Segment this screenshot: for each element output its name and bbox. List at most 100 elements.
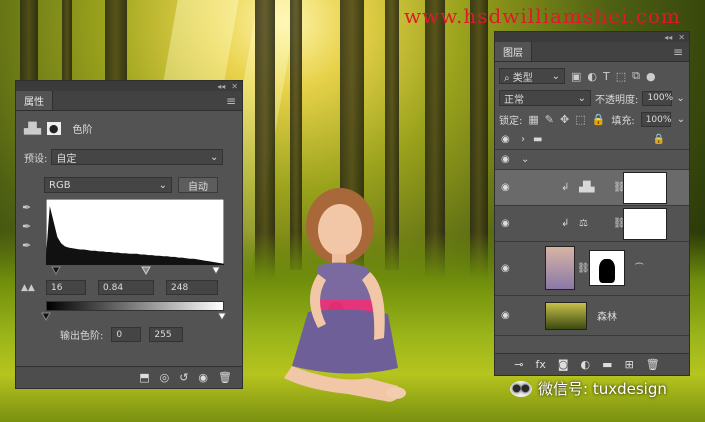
chevron-down-icon[interactable]: ⌄ xyxy=(677,114,685,125)
fill-field[interactable]: 100% xyxy=(640,112,671,127)
layer-row-group[interactable]: ◉ › ▬ 🔒 xyxy=(495,130,689,150)
chevron-down-icon[interactable]: ⌄ xyxy=(676,93,684,104)
layer-thumbnail[interactable] xyxy=(545,302,587,330)
visibility-eye-icon[interactable]: ◉ xyxy=(501,263,510,274)
panel-menu-icon[interactable]: ≡ xyxy=(226,94,242,108)
output-white-field[interactable]: 255 xyxy=(149,327,184,342)
chevron-right-icon[interactable]: › xyxy=(521,134,525,145)
input-white-slider[interactable] xyxy=(211,266,221,275)
input-levels-row: 16 0.84 248 xyxy=(46,280,218,295)
new-group-icon[interactable]: ▬ xyxy=(602,358,612,371)
layer-row-girl[interactable]: ◉ ⛓ ⏜ xyxy=(495,242,689,296)
artboard-icon[interactable]: ⬚ xyxy=(575,113,585,126)
eyedropper-tools: ✒ ✒ ✒ xyxy=(22,201,31,252)
input-black-slider[interactable] xyxy=(51,266,61,275)
visibility-eye-icon[interactable]: ◉ xyxy=(501,154,510,165)
layer-mask-thumbnail[interactable] xyxy=(623,172,667,204)
blend-mode-value: 正常 xyxy=(504,94,524,106)
levels-histogram-icon[interactable]: ▟▙ xyxy=(24,122,41,135)
tab-properties[interactable]: 属性 xyxy=(16,91,53,110)
visibility-eye-icon[interactable]: ◉ xyxy=(501,182,510,193)
mask-silhouette xyxy=(599,259,615,283)
lock-transparent-icon[interactable]: ▦ xyxy=(528,113,538,126)
input-white-field[interactable]: 248 xyxy=(166,280,218,295)
smart-object-filter-icon[interactable]: ⧉ xyxy=(632,69,640,83)
collapse-icon[interactable]: ◂◂ xyxy=(664,33,672,42)
tab-layers[interactable]: 图层 xyxy=(495,42,532,61)
trash-icon[interactable]: 🗑 xyxy=(646,358,660,371)
opacity-label: 不透明度: xyxy=(595,94,639,106)
adjustment-layer-icon[interactable]: ◐ xyxy=(581,358,591,371)
properties-footer: ⬒ ◎ ↺ ◉ 🗑 xyxy=(16,366,242,388)
layer-filter-value: 类型 xyxy=(512,72,533,84)
blend-mode-select[interactable]: 正常 ⌄ xyxy=(499,90,591,106)
folder-icon: ▬ xyxy=(533,134,543,145)
clipping-arrow-icon: ↲ xyxy=(561,218,570,229)
lock-label: 锁定: xyxy=(499,116,523,127)
panel-header: 图层 ≡ xyxy=(495,42,689,62)
output-white-slider[interactable] xyxy=(217,312,227,321)
mask-icon[interactable]: ● xyxy=(46,122,61,135)
gray-point-eyedropper-icon[interactable]: ✒ xyxy=(22,220,31,233)
new-layer-icon[interactable]: ⊞ xyxy=(625,358,634,371)
layer-row-color-balance[interactable]: ◉ ↲ ⚖ ⛓ xyxy=(495,206,689,242)
output-black-field[interactable]: 0 xyxy=(111,327,142,342)
add-mask-icon[interactable]: ◙ xyxy=(558,358,569,371)
layer-filter-row: ⌕ 类型 ⌄ ▣ ◐ T ⬚ ⧉ ● xyxy=(499,68,656,84)
layer-row-levels[interactable]: ◉ ↲ ▟▙ ⛓ xyxy=(495,170,689,206)
layer-name[interactable]: 森林 xyxy=(597,308,617,323)
reset-icon[interactable]: ↺ xyxy=(179,371,188,384)
type-filter-icon[interactable]: T xyxy=(603,70,610,83)
lock-all-icon[interactable]: 🔒 xyxy=(592,113,606,126)
filter-toggle-icon[interactable]: ● xyxy=(646,70,656,83)
fx-icon[interactable]: fx xyxy=(535,358,545,371)
chevron-down-icon: ⌄ xyxy=(577,92,586,104)
chevron-down-icon[interactable]: ⌄ xyxy=(521,154,529,165)
adjustment-filter-icon[interactable]: ◐ xyxy=(587,70,597,83)
input-gamma-field[interactable]: 0.84 xyxy=(98,280,154,295)
layer-mask-thumbnail[interactable] xyxy=(589,250,625,286)
visibility-eye-icon[interactable]: ◉ xyxy=(501,310,510,321)
input-black-field[interactable]: 16 xyxy=(46,280,86,295)
link-layers-icon[interactable]: ⊸ xyxy=(514,358,523,371)
panel-titlebar: ◂◂ ✕ xyxy=(16,81,242,91)
panel-header: 属性 ≡ xyxy=(16,91,242,111)
input-gray-slider[interactable] xyxy=(141,266,151,275)
trash-icon[interactable]: 🗑 xyxy=(218,371,232,384)
clip-to-layer-icon[interactable]: ⬒ xyxy=(139,371,149,384)
layer-row-subgroup[interactable]: ◉ ⌄ xyxy=(495,150,689,170)
shape-filter-icon[interactable]: ⬚ xyxy=(616,70,626,83)
output-gradient-bar xyxy=(46,301,224,311)
output-black-slider[interactable] xyxy=(41,312,51,321)
preset-select[interactable]: 自定 ⌄ xyxy=(51,149,224,165)
collapse-icon[interactable]: ◂◂ xyxy=(217,82,225,91)
visibility-eye-icon[interactable]: ◉ xyxy=(501,218,510,229)
link-icon: ⛓ xyxy=(577,263,590,274)
close-icon[interactable]: ✕ xyxy=(231,82,238,91)
layer-row-background[interactable]: ◉ 森林 xyxy=(495,296,689,336)
clipping-warning-icon[interactable]: ▲▲ xyxy=(21,283,35,293)
visibility-eye-icon[interactable]: ◉ xyxy=(198,371,208,384)
visibility-eye-icon[interactable]: ◉ xyxy=(501,134,510,145)
opacity-field[interactable]: 100% xyxy=(642,90,673,106)
lock-position-icon[interactable]: ✥ xyxy=(560,113,569,126)
close-icon[interactable]: ✕ xyxy=(678,33,685,42)
black-point-eyedropper-icon[interactable]: ✒ xyxy=(22,201,31,214)
output-levels-label: 输出色阶: xyxy=(60,331,104,342)
adjustment-type-row: ▟▙ ● 色阶 xyxy=(24,121,93,136)
layer-filter-select[interactable]: ⌕ 类型 ⌄ xyxy=(499,68,565,84)
panel-titlebar: ◂◂ ✕ xyxy=(495,32,689,42)
filter-mask-icon: ⏜ xyxy=(635,263,644,274)
color-balance-icon: ⚖ xyxy=(579,218,588,229)
layer-thumbnail[interactable] xyxy=(545,246,575,290)
panel-menu-icon[interactable]: ≡ xyxy=(673,45,689,59)
white-point-eyedropper-icon[interactable]: ✒ xyxy=(22,239,31,252)
search-icon: ⌕ xyxy=(504,72,510,84)
chevron-down-icon: ⌄ xyxy=(551,70,560,82)
view-previous-state-icon[interactable]: ◎ xyxy=(160,371,170,384)
auto-button[interactable]: 自动 xyxy=(178,177,218,193)
channel-select[interactable]: RGB ⌄ xyxy=(44,177,172,193)
lock-image-icon[interactable]: ✎ xyxy=(545,113,554,126)
pixel-filter-icon[interactable]: ▣ xyxy=(571,70,581,83)
layer-mask-thumbnail[interactable] xyxy=(623,208,667,240)
